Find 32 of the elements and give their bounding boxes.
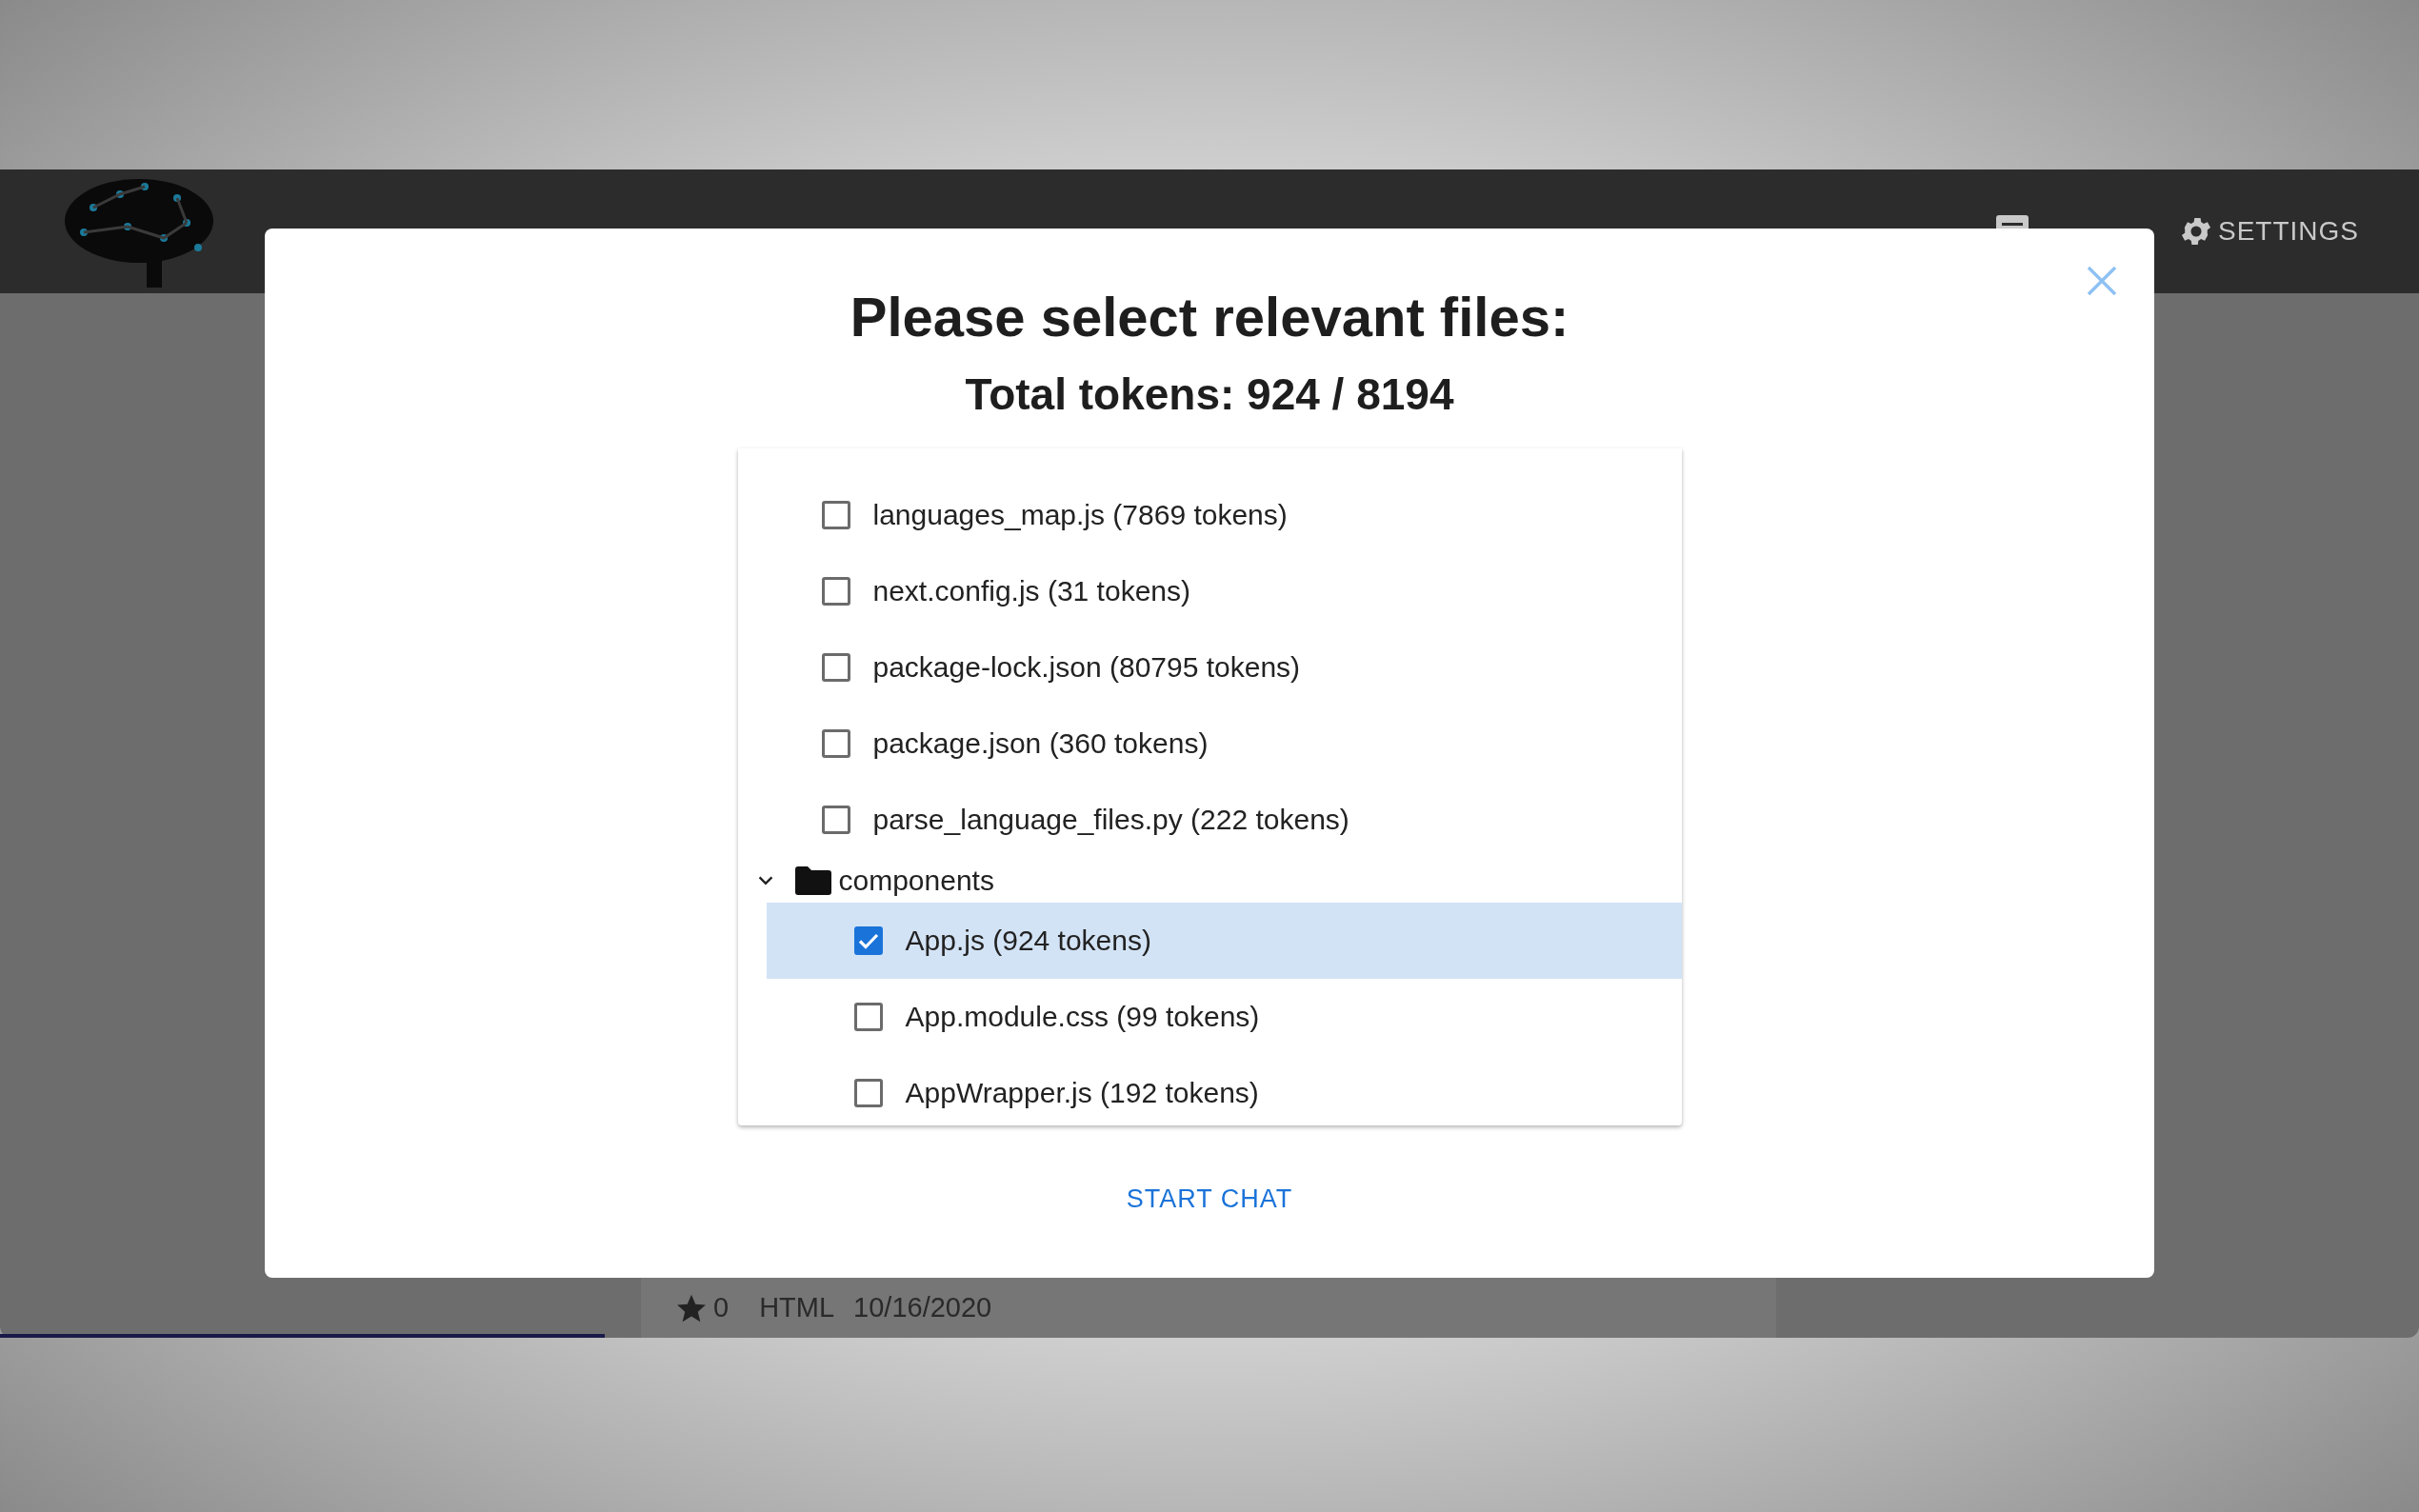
checkbox[interactable] (821, 501, 850, 529)
file-name: languages_map.js (7869 tokens) (872, 499, 1288, 531)
checkbox[interactable] (821, 653, 850, 682)
folder-name[interactable]: components (838, 864, 994, 897)
file-name: App.module.css (99 tokens) (905, 1001, 1260, 1033)
file-name: package-lock.json (80795 tokens) (872, 651, 1301, 684)
language-label: HTML (759, 1292, 835, 1323)
checkbox[interactable] (853, 1079, 883, 1107)
settings-button[interactable]: SETTINGS (2172, 212, 2365, 250)
file-name: AppWrapper.js (192 tokens) (905, 1077, 1259, 1109)
file-name: next.config.js (31 tokens) (872, 575, 1190, 607)
date-label: 10/16/2020 (853, 1292, 992, 1323)
checkbox[interactable] (853, 1003, 883, 1031)
file-list-item[interactable]: package.json (360 tokens) (737, 706, 1682, 782)
start-chat-button[interactable]: START CHAT (1112, 1177, 1307, 1222)
file-list-item[interactable]: next.config.js (31 tokens) (737, 553, 1682, 629)
file-list-item[interactable]: package-lock.json (80795 tokens) (737, 629, 1682, 706)
file-name: App.js (924 tokens) (905, 925, 1151, 957)
file-list-item[interactable]: App.js (924 tokens) (766, 903, 1682, 979)
file-list-item[interactable]: AppWrapper.js (192 tokens) (737, 1055, 1682, 1125)
checkbox[interactable] (853, 926, 883, 955)
file-list-item[interactable]: languages_map.js (7869 tokens) (737, 477, 1682, 553)
file-list-item[interactable]: App.module.css (99 tokens) (737, 979, 1682, 1055)
file-name: parse_language_files.py (222 tokens) (872, 804, 1349, 836)
dialog-title: Please select relevant files: (850, 285, 1569, 349)
star-count: 0 (713, 1292, 730, 1323)
file-list-item[interactable]: parse_language_files.py (222 tokens) (737, 782, 1682, 858)
checkbox[interactable] (821, 729, 850, 758)
token-total: Total tokens: 924 / 8194 (965, 368, 1454, 421)
checkbox[interactable] (821, 577, 850, 606)
checkbox[interactable] (821, 806, 850, 834)
file-name: package.json (360 tokens) (872, 727, 1209, 760)
